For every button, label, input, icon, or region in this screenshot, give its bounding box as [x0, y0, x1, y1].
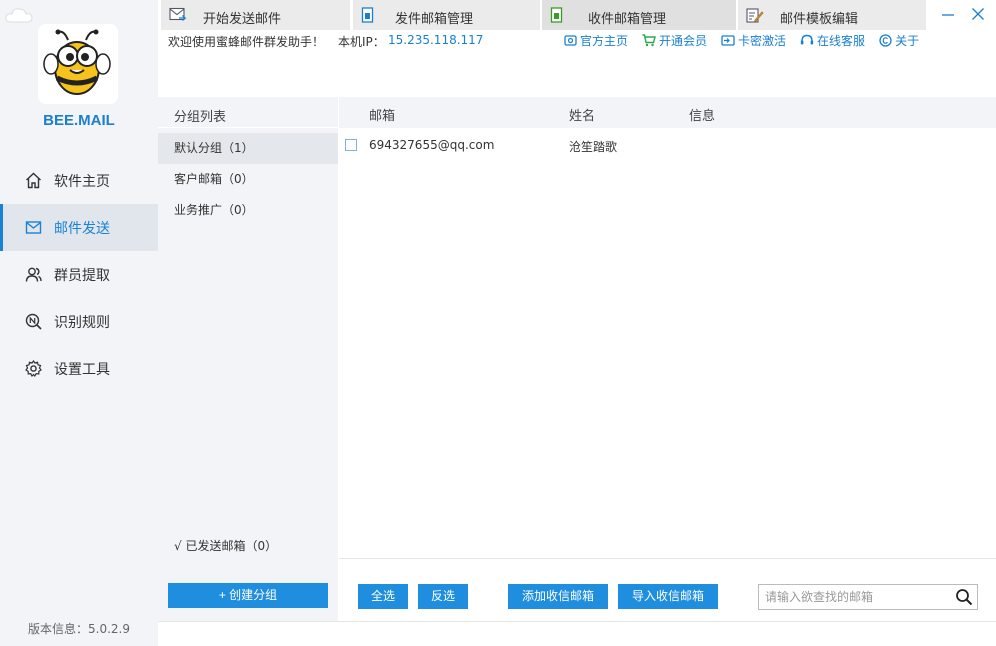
tab-sender-accounts[interactable]: 发件邮箱管理: [353, 0, 540, 30]
gear-icon: [24, 360, 42, 378]
tab-label: 发件邮箱管理: [395, 12, 474, 27]
minimize-button[interactable]: [940, 6, 956, 22]
rule-icon: [24, 313, 42, 331]
mail-icon: [24, 219, 42, 237]
tab-label: 开始发送邮件: [203, 12, 282, 27]
card-icon: [721, 34, 735, 47]
search-input[interactable]: [759, 585, 951, 609]
toplink-label: 卡密激活: [738, 34, 787, 48]
divider: [158, 621, 996, 622]
tab-recipient-accounts[interactable]: 收件邮箱管理: [542, 0, 736, 30]
send-mail-icon: [169, 7, 187, 27]
tab-label: 邮件模板编辑: [780, 12, 859, 27]
toplink-label: 开通会员: [659, 34, 708, 48]
column-header-info: 信息: [689, 109, 716, 124]
column-header-name: 姓名: [569, 109, 596, 124]
chat-icon: [800, 34, 814, 47]
version-value: 5.0.2.9: [88, 622, 130, 636]
sidebar-item-label: 识别规则: [54, 314, 110, 331]
sidebar-item-label: 设置工具: [54, 361, 110, 378]
welcome-text: 欢迎使用蜜蜂邮件群发助手！: [168, 35, 325, 49]
divider: [158, 127, 338, 128]
sidebar-item-rules[interactable]: 识别规则: [0, 298, 158, 345]
app-window: BEE.MAIL 软件主页 邮件发送 群员提取 识别规则 设置工具 版本信息：5…: [0, 0, 996, 646]
ip-value: 15.235.118.117: [388, 33, 484, 47]
users-icon: [24, 266, 42, 284]
toplink-label: 在线客服: [817, 34, 866, 48]
membership-link[interactable]: 开通会员: [642, 32, 707, 49]
close-button[interactable]: [970, 6, 986, 22]
action-bar: 全选 反选 添加收信邮箱 导入收信邮箱: [339, 558, 996, 621]
ip-label: 本机IP：: [338, 35, 385, 49]
top-links: 官方主页 开通会员 卡密激活 在线客服 关于: [564, 32, 919, 49]
about-link[interactable]: 关于: [879, 32, 919, 49]
row-checkbox[interactable]: [345, 139, 357, 151]
card-activate-link[interactable]: 卡密激活: [721, 32, 786, 49]
sidebar-item-members[interactable]: 群员提取: [0, 251, 158, 298]
minimize-icon: [942, 14, 954, 16]
cloud-icon: [4, 6, 34, 27]
group-panel: 分组列表 默认分组（1） 客户邮箱（0） 业务推广（0） √ 已发送邮箱（0） …: [158, 97, 338, 621]
tab-start-sending[interactable]: 开始发送邮件: [161, 0, 350, 30]
tab-template-edit[interactable]: 邮件模板编辑: [738, 0, 926, 30]
toplink-label: 关于: [895, 34, 920, 48]
home-icon: [24, 172, 42, 190]
column-header-email: 邮箱: [369, 109, 396, 124]
create-group-button[interactable]: + 创建分组: [168, 583, 328, 608]
version-info: 版本信息：5.0.2.9: [0, 620, 158, 637]
cart-icon: [642, 34, 656, 47]
sidebar-item-mail-send[interactable]: 邮件发送: [0, 204, 158, 251]
select-all-button[interactable]: 全选: [358, 584, 408, 609]
sidebar-item-home[interactable]: 软件主页: [0, 157, 158, 204]
sidebar-item-label: 群员提取: [54, 267, 110, 284]
online-service-link[interactable]: 在线客服: [800, 32, 865, 49]
toplink-label: 官方主页: [580, 34, 629, 48]
bee-logo: [38, 24, 118, 104]
sidebar: BEE.MAIL 软件主页 邮件发送 群员提取 识别规则 设置工具 版本信息：5…: [0, 0, 158, 646]
brand-name: BEE.MAIL: [43, 112, 115, 129]
row-name: 沧笙踏歌: [569, 140, 618, 154]
search-icon[interactable]: [955, 588, 973, 609]
invert-selection-button[interactable]: 反选: [418, 584, 468, 609]
inbox-icon: [550, 7, 564, 27]
tab-label: 收件邮箱管理: [588, 12, 667, 27]
sidebar-item-label: 邮件发送: [54, 220, 110, 237]
recipient-list: 邮箱 姓名 信息 694327655@qq.com 沧笙踏歌: [339, 97, 996, 557]
version-label: 版本信息：: [28, 622, 89, 636]
group-item-default[interactable]: 默认分组（1）: [158, 133, 338, 164]
sent-mailbox-item[interactable]: √ 已发送邮箱（0）: [174, 537, 277, 554]
search-box: [758, 584, 978, 610]
group-item-customers[interactable]: 客户邮箱（0）: [158, 164, 338, 195]
copyright-icon: [879, 34, 892, 47]
sidebar-nav: 软件主页 邮件发送 群员提取 识别规则 设置工具: [0, 157, 158, 392]
close-icon: [972, 8, 984, 20]
import-recipient-button[interactable]: 导入收信邮箱: [618, 584, 718, 609]
sidebar-item-settings[interactable]: 设置工具: [0, 345, 158, 392]
table-row[interactable]: 694327655@qq.com 沧笙踏歌: [339, 133, 996, 157]
sidebar-item-label: 软件主页: [54, 173, 110, 190]
add-recipient-button[interactable]: 添加收信邮箱: [508, 584, 608, 609]
home-page-icon: [564, 34, 577, 47]
group-item-promotion[interactable]: 业务推广（0）: [158, 195, 338, 226]
outbox-icon: [361, 7, 375, 27]
edit-template-icon: [746, 7, 764, 27]
list-header: 邮箱 姓名 信息: [339, 97, 996, 128]
row-email: 694327655@qq.com: [369, 138, 495, 152]
group-list-header: 分组列表: [174, 110, 227, 125]
official-site-link[interactable]: 官方主页: [564, 32, 628, 49]
